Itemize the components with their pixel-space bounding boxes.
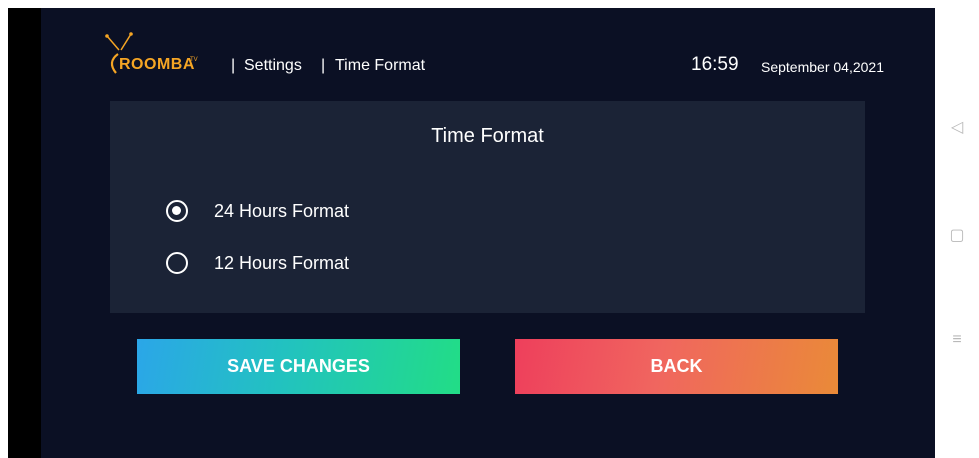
screen-top-edge — [0, 0, 935, 8]
option-label: 12 Hours Format — [214, 252, 350, 273]
breadcrumb-time-format: Time Format — [335, 57, 426, 74]
back-button[interactable]: BACK — [515, 339, 838, 394]
time-format-panel: Time Format 24 Hours Format 12 Hours For… — [110, 101, 865, 313]
option-label: 24 Hours Format — [214, 200, 350, 221]
device-screen: ROOMBA TV | Settings | Time Format 16:59… — [0, 0, 935, 458]
clock-time: 16:59 — [691, 54, 739, 75]
option-24-hours[interactable]: 24 Hours Format — [166, 198, 349, 224]
radio-unselected-icon[interactable] — [166, 252, 188, 274]
screen-left-edge — [0, 0, 8, 458]
breadcrumb-settings[interactable]: Settings — [244, 57, 302, 75]
logo-text: ROOMBA — [119, 56, 195, 73]
save-changes-button[interactable]: SAVE CHANGES — [137, 339, 460, 394]
android-nav-bar: ◁ ▢ ≡ — [935, 0, 979, 458]
breadcrumb-separator: | — [321, 57, 326, 74]
logo-trademark: TV — [190, 57, 198, 63]
roomba-logo: ROOMBA TV — [99, 32, 209, 82]
panel-title: Time Format — [431, 125, 544, 147]
app-window: ROOMBA TV | Settings | Time Format 16:59… — [41, 8, 935, 458]
breadcrumb-separator: | — [231, 57, 236, 74]
radio-selected-icon[interactable] — [166, 200, 188, 222]
nav-home-icon[interactable]: ▢ — [935, 225, 979, 245]
nav-back-icon[interactable]: ◁ — [935, 117, 979, 137]
nav-menu-icon[interactable]: ≡ — [935, 331, 979, 349]
clock-date: September 04,2021 — [761, 59, 884, 75]
option-12-hours[interactable]: 12 Hours Format — [166, 250, 349, 276]
screen-black-bar — [8, 8, 41, 458]
